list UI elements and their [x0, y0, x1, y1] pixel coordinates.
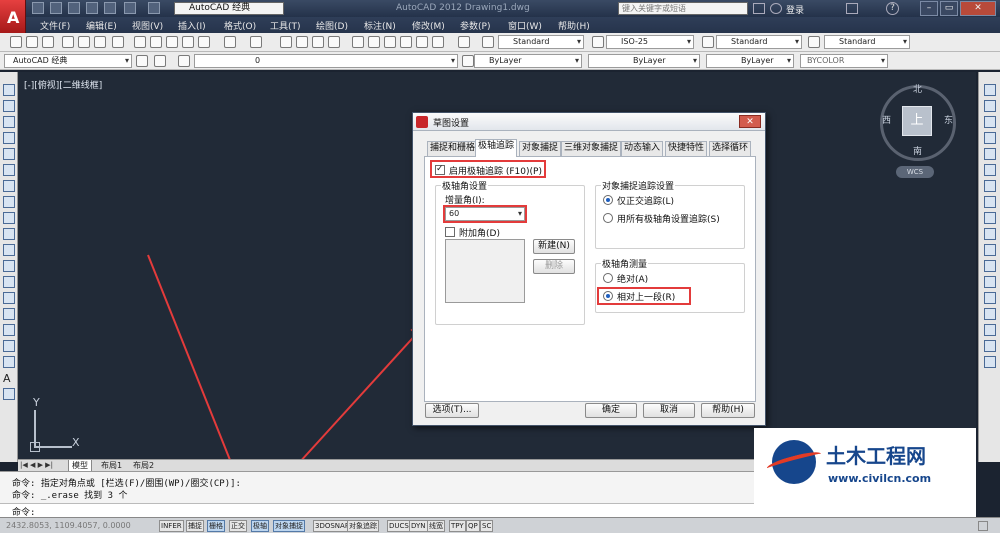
- watermark: 土木工程网 www.civilcn.com: [754, 428, 976, 510]
- status-polar[interactable]: 极轴: [251, 520, 269, 532]
- command-history-line: 命令: _.erase 找到 3 个: [12, 491, 128, 501]
- options-button[interactable]: 选项(T)...: [425, 403, 479, 418]
- status-sc[interactable]: SC: [480, 520, 494, 532]
- all-polar-label[interactable]: 用所有极轴角设置追踪(S): [617, 212, 720, 225]
- tab-nav-arrows-icon[interactable]: |◀ ◀ ▶ ▶|: [20, 461, 53, 469]
- dialog-close-button[interactable]: ✕: [739, 115, 761, 128]
- additional-angles-checkbox[interactable]: [445, 227, 455, 237]
- ok-button[interactable]: 确定: [585, 403, 637, 418]
- osnap-tracking-group-label: 对象捕捉追踪设置: [601, 179, 676, 192]
- polar-angle-group-label: 极轴角设置: [441, 179, 489, 192]
- status-3dosnap[interactable]: 3DOSNAP: [313, 520, 352, 532]
- layout-tabs-bar: |◀ ◀ ▶ ▶| 模型 布局1 布局2: [18, 459, 758, 472]
- status-osnap[interactable]: 对象捕捉: [273, 520, 305, 532]
- new-angle-button[interactable]: 新建(N): [533, 239, 575, 254]
- status-otrack[interactable]: 对象追踪: [347, 520, 379, 532]
- additional-angles-label[interactable]: 附加角(D): [459, 226, 500, 239]
- delete-angle-button[interactable]: 删除: [533, 259, 575, 274]
- status-infer[interactable]: INFER: [159, 520, 184, 532]
- absolute-radio[interactable]: [603, 273, 613, 283]
- status-tray-icon[interactable]: [978, 521, 988, 531]
- absolute-label[interactable]: 绝对(A): [617, 272, 648, 285]
- status-grid[interactable]: 栅格: [207, 520, 225, 532]
- highlight-increment-angle: [443, 205, 527, 223]
- status-bar: 2432.8053, 1109.4057, 0.0000 INFER 捕捉 栅格…: [0, 517, 1000, 533]
- help-button[interactable]: 帮助(H): [701, 403, 755, 418]
- status-dyn[interactable]: DYN: [409, 520, 428, 532]
- cancel-button[interactable]: 取消: [643, 403, 695, 418]
- status-ortho[interactable]: 正交: [229, 520, 247, 532]
- tab-snap-grid[interactable]: 捕捉和栅格: [427, 141, 479, 156]
- status-ducs[interactable]: DUCS: [387, 520, 411, 532]
- highlight-enable-polar: [430, 160, 546, 178]
- all-polar-radio[interactable]: [603, 213, 613, 223]
- tab-dynamic-input[interactable]: 动态输入: [621, 141, 664, 156]
- dialog-title: 草图设置: [433, 119, 470, 129]
- watermark-url: www.civilcn.com: [828, 472, 932, 485]
- orthogonal-only-radio[interactable]: [603, 195, 613, 205]
- tab-selection-cycling[interactable]: 选择循环: [709, 141, 752, 156]
- coordinate-readout[interactable]: 2432.8053, 1109.4057, 0.0000: [6, 521, 131, 530]
- tab-polar-tracking[interactable]: 极轴追踪: [475, 139, 518, 157]
- additional-angles-list[interactable]: [445, 239, 525, 303]
- status-lineweight[interactable]: 线宽: [427, 520, 445, 532]
- tab-object-snap[interactable]: 对象捕捉: [519, 141, 562, 156]
- highlight-relative-last-segment: [597, 287, 691, 305]
- dialog-app-icon: [416, 116, 428, 128]
- tab-3d-object-snap[interactable]: 三维对象捕捉: [561, 141, 622, 156]
- civilcn-logo-icon: [765, 440, 823, 484]
- dialog-title-bar[interactable]: 草图设置 ✕: [413, 113, 765, 131]
- status-qp[interactable]: QP: [466, 520, 480, 532]
- polar-measurement-group-label: 极轴角测量: [601, 257, 649, 270]
- orthogonal-only-label[interactable]: 仅正交追踪(L): [617, 194, 674, 207]
- status-tpy[interactable]: TPY: [449, 520, 466, 532]
- status-snap[interactable]: 捕捉: [186, 520, 204, 532]
- polar-tracking-panel: 启用极轴追踪 (F10)(P) 极轴角设置 增量角(I): 60 附加角(D) …: [424, 156, 756, 402]
- watermark-title: 土木工程网: [826, 444, 926, 468]
- drafting-settings-dialog: 草图设置 ✕ 捕捉和栅格 极轴追踪 对象捕捉 三维对象捕捉 动态输入 快捷特性 …: [412, 112, 766, 426]
- tab-quick-properties[interactable]: 快捷特性: [665, 141, 708, 156]
